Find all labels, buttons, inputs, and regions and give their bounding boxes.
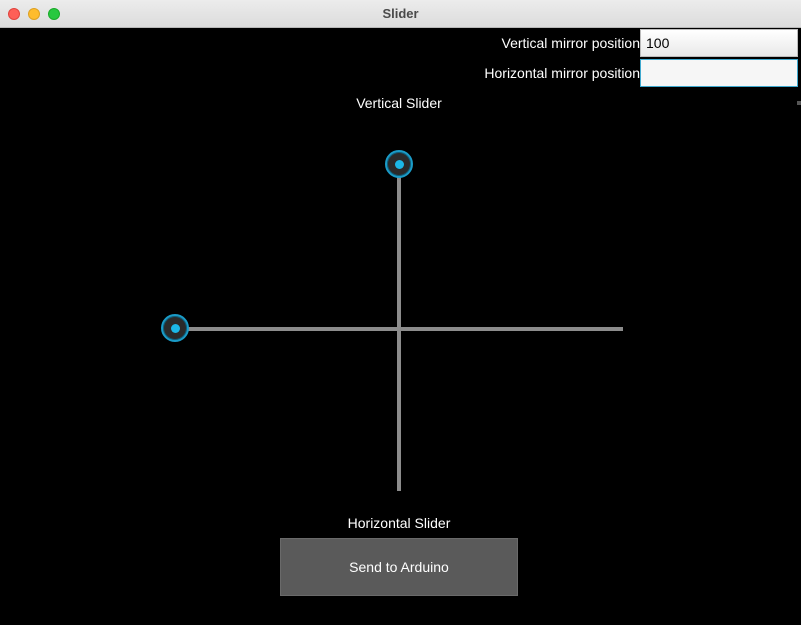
- horizontal-slider-handle[interactable]: [161, 314, 189, 342]
- horizontal-slider-track[interactable]: [175, 327, 623, 331]
- horizontal-position-label: Horizontal mirror position: [484, 65, 640, 81]
- vertical-slider-handle[interactable]: [385, 150, 413, 178]
- vertical-slider-label: Vertical Slider: [356, 95, 442, 111]
- window-titlebar: Slider: [0, 0, 801, 28]
- main-content: Vertical mirror position Horizontal mirr…: [0, 28, 801, 625]
- window-title: Slider: [382, 6, 419, 21]
- window-edge-marker: [797, 101, 801, 105]
- horizontal-position-input[interactable]: [640, 59, 798, 87]
- vertical-position-input[interactable]: [640, 29, 798, 57]
- handle-dot-icon: [395, 160, 404, 169]
- vertical-position-label: Vertical mirror position: [501, 35, 641, 51]
- send-to-arduino-button[interactable]: Send to Arduino: [280, 538, 518, 596]
- handle-dot-icon: [171, 324, 180, 333]
- horizontal-slider-label: Horizontal Slider: [347, 515, 451, 531]
